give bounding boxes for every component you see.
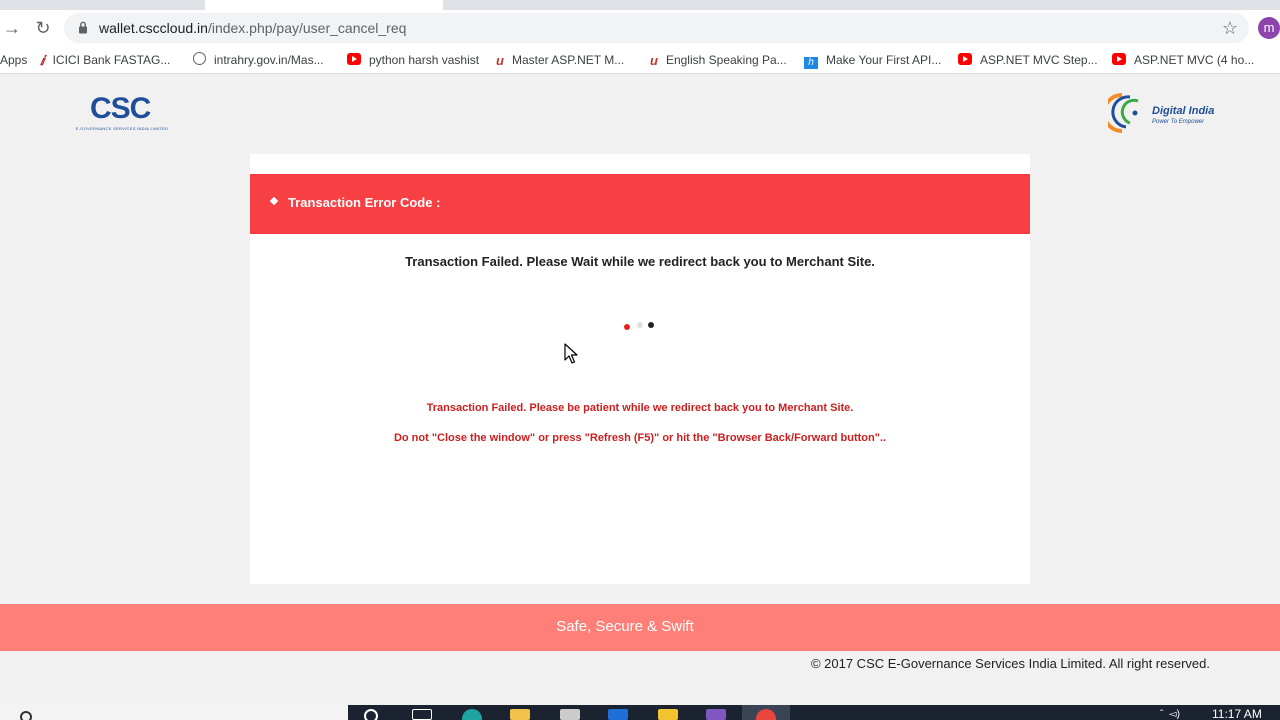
youtube-icon [347,53,361,65]
bookmark-intrahry[interactable]: intrahry.gov.in/Mas... [193,52,324,70]
profile-avatar[interactable]: m [1258,17,1280,39]
bookmark-label: ASP.NET MVC (4 ho... [1134,53,1255,67]
bookmark-label: Master ASP.NET M... [511,53,625,67]
bookmarks-bar: Apps ⅈ ICICI Bank FASTAG... intrahry.gov.… [0,46,1280,74]
mouse-cursor-icon [564,343,578,364]
diamond-bullet-icon [269,196,279,206]
do-not-close-notice: Do not "Close the window" or press "Refr… [393,432,887,444]
taskbar-search-box[interactable] [0,705,348,720]
reload-icon[interactable]: ↻ [31,16,55,40]
error-header-bar: Transaction Error Code : [250,174,1030,234]
loading-dot [637,322,643,328]
address-bar[interactable]: wallet.csccloud.in/index.php/pay/user_ca… [64,13,1249,43]
store-icon[interactable] [560,709,580,720]
bookmark-icici[interactable]: ⅈ ICICI Bank FASTAG... [40,52,170,70]
chrome-icon[interactable] [756,709,776,720]
bookmark-label: English Speaking Pa... [665,53,787,67]
bookmark-aspnet-mvc-4[interactable]: ASP.NET MVC (4 ho... [1112,52,1254,70]
bookmark-master-aspnet[interactable]: u Master ASP.NET M... [496,52,624,70]
digital-india-text: Digital India [1152,105,1215,117]
footer-band: Safe, Secure & Swift [0,604,1280,651]
os-taskbar: ˆ ◅) 11:17 AM [0,705,1280,720]
bookmark-star-icon[interactable]: ☆ [1218,16,1242,40]
active-tab[interactable] [205,0,443,10]
forward-icon[interactable]: → [0,16,24,40]
bookmark-python[interactable]: python harsh vashist [347,52,479,70]
url-path: /index.php/pay/user_cancel_req [207,20,407,36]
bookmark-first-api[interactable]: h Make Your First API... [804,52,941,70]
udemy-icon: u [496,53,504,68]
footer-slogan: Safe, Secure & Swift [556,618,694,635]
file-explorer-icon[interactable] [510,709,530,720]
app-icon[interactable] [608,709,628,720]
bookmark-label: Make Your First API... [826,53,942,67]
digital-india-subtext: Power To Empower [1152,119,1205,125]
youtube-icon [958,53,972,65]
edge-icon[interactable] [462,709,482,720]
bookmark-label: python harsh vashist [369,53,480,67]
bookmark-aspnet-mvc-step[interactable]: ASP.NET MVC Step... [958,52,1098,70]
digital-india-emblem-icon [1108,93,1139,133]
url-text[interactable]: wallet.csccloud.in/index.php/pay/user_ca… [99,20,406,36]
csc-logo-tagline: E-GOVERNANCE SERVICES INDIA LIMITED [75,126,169,131]
csc-logo-text: CSC [90,92,151,125]
taskbar-clock[interactable]: 11:17 AM [1212,707,1262,720]
error-code-title: Transaction Error Code : [288,195,441,210]
icici-icon: ⅈ [40,53,45,68]
bookmark-label: intrahry.gov.in/Mas... [214,53,324,67]
bookmark-label: ASP.NET MVC Step... [980,53,1098,67]
h-icon: h [804,57,818,69]
digital-india-logo[interactable]: Digital India Power To Empower [1108,89,1215,135]
system-tray[interactable]: ˆ ◅) [1160,709,1180,720]
lock-icon [79,21,87,34]
bookmark-label: ICICI Bank FASTAG... [52,53,171,67]
loading-dot [624,324,630,330]
page-body: CSC E-GOVERNANCE SERVICES INDIA LIMITED … [0,75,1280,705]
csc-logo[interactable]: CSC E-GOVERNANCE SERVICES INDIA LIMITED [70,93,174,133]
bookmark-label: Apps [0,53,28,67]
transaction-card: Transaction Error Code : Transaction Fai… [250,154,1030,584]
loading-dot [648,322,654,328]
cortana-icon[interactable] [364,709,378,720]
browser-toolbar: → ↻ wallet.csccloud.in/index.php/pay/use… [0,10,1280,46]
patience-notice: Transaction Failed. Please be patient wh… [426,402,854,414]
visual-studio-icon[interactable] [706,709,726,720]
url-host: wallet.csccloud.in [99,20,208,36]
bookmark-english[interactable]: u English Speaking Pa... [650,52,787,70]
app-icon[interactable] [658,709,678,720]
transaction-failed-message: Transaction Failed. Please Wait while we… [405,254,875,269]
task-view-icon[interactable] [412,709,432,720]
tab-strip [0,0,1280,10]
copyright-text: © 2017 CSC E-Governance Services India L… [810,656,1210,671]
globe-icon [193,52,206,65]
udemy-icon: u [650,53,658,68]
youtube-icon [1112,53,1126,65]
bookmark-apps[interactable]: Apps [0,52,27,70]
search-icon [20,711,32,720]
loading-dots-icon [622,322,658,332]
active-task-highlight [742,705,790,720]
